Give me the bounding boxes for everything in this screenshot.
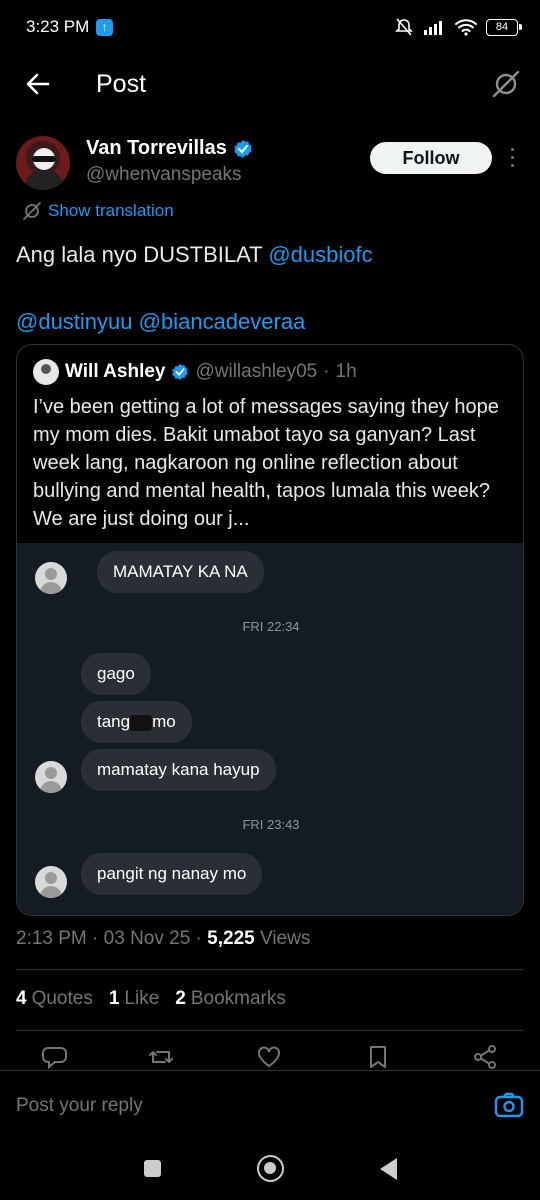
bookmarks-count: 2 [175, 988, 186, 1009]
follow-button[interactable]: Follow [370, 142, 492, 174]
chat-avatar [35, 866, 67, 898]
mention-link[interactable]: @dusbiofc [268, 242, 372, 267]
engagement-stats: 4 Quotes 1 Like 2 Bookmarks [16, 988, 286, 1010]
likes-count: 1 [108, 988, 120, 1009]
grok-icon[interactable] [490, 68, 522, 100]
like-icon[interactable] [256, 1044, 282, 1070]
quoted-separator: · [323, 361, 330, 382]
chat-bubble: mamatay kana hayup [81, 749, 276, 791]
quotes-label: Quotes [31, 988, 93, 1009]
chat-bubble-text: mo [152, 712, 176, 731]
quoted-text: I’ve been getting a lot of messages sayi… [33, 396, 499, 530]
chat-bubble: gago [81, 653, 151, 695]
quoted-post[interactable]: Will Ashley @willashley05 · 1h I’ve been… [16, 344, 524, 916]
author-name[interactable]: Van Torrevillas [86, 137, 227, 160]
chat-timestamp: FRI 22:34 [242, 619, 300, 634]
quoted-author-name: Will Ashley [65, 361, 166, 382]
chat-bubble: pangit ng nanay mo [81, 853, 263, 895]
divider [16, 969, 524, 970]
chat-avatar [35, 562, 67, 594]
verified-icon [234, 139, 252, 158]
author-avatar[interactable] [16, 136, 70, 190]
status-icons: 84 [394, 15, 522, 39]
recents-icon[interactable] [144, 1160, 161, 1177]
views-count: 5,225 [207, 928, 255, 949]
chat-screenshot-image: MAMATAY KA NA FRI 22:34 gago tang mo mama… [17, 543, 523, 915]
bookmarks-label: Bookmarks [190, 988, 286, 1009]
reply-icon[interactable] [42, 1044, 68, 1070]
status-bar: 3:23 PM ↑ 84 [0, 0, 540, 56]
post-time: 2:13 PM [16, 928, 87, 949]
author-name-row[interactable]: Van Torrevillas [86, 137, 253, 160]
repost-icon[interactable] [148, 1044, 174, 1070]
likes-label: Like [124, 988, 160, 1009]
post-date: 03 Nov 25 [103, 928, 191, 949]
chat-avatar [35, 761, 67, 793]
upload-indicator-icon: ↑ [96, 19, 113, 36]
battery-indicator: 84 [486, 18, 522, 36]
reply-input[interactable]: Post your reply [16, 1095, 143, 1117]
mention-link[interactable]: @dustinyuu [16, 309, 133, 334]
quotes-count: 4 [16, 988, 27, 1009]
chat-bubble: MAMATAY KA NA [97, 551, 264, 593]
author-row: Van Torrevillas @whenvanspeaks Follow [16, 134, 524, 194]
home-icon[interactable] [257, 1155, 284, 1182]
camera-icon[interactable] [494, 1091, 524, 1119]
top-nav: Post [0, 56, 540, 116]
quotes-stat[interactable]: 4 Quotes [16, 988, 93, 1010]
back-arrow-icon[interactable] [22, 68, 54, 100]
tweet-text: Ang lala nyo DUSTBILAT @dusbiofc [16, 240, 524, 270]
reply-bar: Post your reply [0, 1070, 540, 1144]
verified-icon [172, 363, 189, 381]
status-time: 3:23 PM [26, 17, 90, 36]
signal-icon [424, 21, 442, 35]
wifi-icon [455, 19, 477, 36]
chat-timestamp: FRI 23:43 [242, 817, 300, 832]
tweet-mentions: @dustinyuu @biancadeveraa [16, 307, 305, 337]
quoted-avatar [33, 359, 59, 385]
page-title: Post [96, 70, 147, 98]
mute-icon [395, 18, 413, 36]
share-icon[interactable] [472, 1044, 498, 1070]
chat-bubble-text: tang [97, 712, 131, 731]
bookmarks-stat[interactable]: 2 Bookmarks [175, 988, 286, 1010]
divider [16, 1030, 524, 1031]
mention-link[interactable]: @biancadeveraa [139, 309, 306, 334]
chat-bubble: tang mo [81, 701, 192, 743]
bookmark-icon[interactable] [365, 1044, 391, 1070]
post-meta: 2:13 PM · 03 Nov 25 · 5,225 Views [16, 928, 311, 949]
show-translation-link[interactable]: Show translation [22, 201, 174, 221]
tweet-body: Ang lala nyo DUSTBILAT [16, 242, 263, 267]
quoted-time: 1h [335, 361, 357, 382]
views-label: Views [260, 928, 311, 949]
system-nav-bar [0, 1144, 540, 1200]
system-back-icon[interactable] [380, 1158, 397, 1180]
censor-mark [130, 714, 153, 731]
quoted-post-header: Will Ashley @willashley05 · 1h [33, 359, 357, 385]
likes-stat[interactable]: 1 Like [109, 988, 159, 1010]
author-handle[interactable]: @whenvanspeaks [86, 164, 242, 186]
translate-icon [23, 202, 41, 220]
quoted-handle: @willashley05 [195, 361, 318, 382]
more-options-icon[interactable] [508, 148, 516, 170]
show-translation-label[interactable]: Show translation [48, 201, 174, 221]
